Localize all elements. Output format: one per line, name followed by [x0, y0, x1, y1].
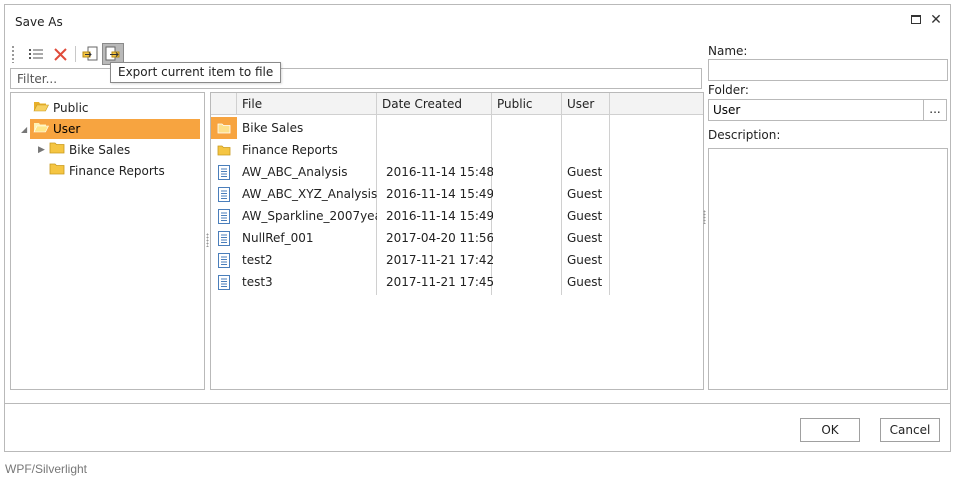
left-splitter-handle[interactable]: [206, 233, 209, 247]
file-name-cell: AW_Sparkline_2007yea: [242, 209, 377, 223]
column-header-user[interactable]: User: [562, 93, 610, 115]
file-name-cell: test3: [242, 275, 273, 289]
file-grid: File Date Created Public User Bike Sales…: [210, 92, 704, 390]
column-header-file[interactable]: File: [237, 93, 377, 115]
grid-header: File Date Created Public User: [211, 93, 703, 115]
folder-field[interactable]: [708, 99, 924, 121]
date-created-cell: 2016-11-14 15:48: [386, 165, 493, 179]
user-cell: Guest: [567, 275, 603, 289]
column-header-public[interactable]: Public: [492, 93, 562, 115]
cancel-button[interactable]: Cancel: [880, 418, 940, 442]
table-row[interactable]: Bike Sales: [211, 117, 703, 139]
tree-item-label: User: [53, 122, 81, 136]
user-cell: Guest: [567, 165, 603, 179]
file-name-cell: NullRef_001: [242, 231, 314, 245]
tree-item-finance-reports[interactable]: Finance Reports: [49, 161, 199, 181]
date-created-cell: 2016-11-14 15:49: [386, 187, 493, 201]
import-icon[interactable]: [79, 43, 101, 65]
file-name-cell: AW_ABC_Analysis: [242, 165, 348, 179]
document-icon: [211, 271, 237, 293]
footer-divider: [5, 403, 950, 404]
export-tooltip: Export current item to file: [110, 62, 282, 83]
open-folder-icon: [33, 98, 49, 118]
file-name-cell: test2: [242, 253, 273, 267]
folder-icon: [211, 117, 237, 139]
description-field[interactable]: [708, 148, 948, 390]
user-cell: Guest: [567, 253, 603, 267]
document-icon: [211, 205, 237, 227]
tree-item-user[interactable]: User: [30, 119, 200, 139]
user-cell: Guest: [567, 209, 603, 223]
platform-caption: WPF/Silverlight: [5, 462, 88, 476]
file-name-cell: Finance Reports: [242, 143, 338, 157]
document-icon: [211, 161, 237, 183]
folder-icon: [49, 161, 65, 181]
document-icon: [211, 249, 237, 271]
description-label: Description:: [708, 128, 781, 142]
name-field[interactable]: [708, 59, 948, 81]
folder-icon: [49, 140, 65, 160]
collapse-arrow-icon[interactable]: ◢: [21, 125, 27, 134]
close-icon[interactable]: ✕: [929, 13, 943, 27]
expand-arrow-icon[interactable]: ▶: [38, 145, 45, 155]
tree-item-label: Public: [53, 101, 89, 115]
folder-icon: [211, 139, 237, 161]
file-name-cell: AW_ABC_XYZ_Analysis: [242, 187, 377, 201]
table-row[interactable]: AW_ABC_XYZ_Analysis 2016-11-14 15:49 Gue…: [211, 183, 703, 205]
table-row[interactable]: Finance Reports: [211, 139, 703, 161]
date-created-cell: 2017-11-21 17:42: [386, 253, 493, 267]
tree-item-label: Finance Reports: [69, 164, 165, 178]
user-cell: Guest: [567, 187, 603, 201]
name-label: Name:: [708, 44, 748, 58]
browse-folder-button[interactable]: ...: [923, 99, 947, 121]
folder-label: Folder:: [708, 83, 749, 97]
folder-tree: Public ◢ User ▶ Bike Sales Finance Repor…: [10, 92, 205, 390]
toolbar-grip: [11, 45, 15, 63]
title-bar: Save As ✕: [5, 5, 950, 37]
table-row[interactable]: NullRef_001 2017-04-20 11:56 Guest: [211, 227, 703, 249]
table-row[interactable]: test3 2017-11-21 17:45 Guest: [211, 271, 703, 293]
date-created-cell: 2017-04-20 11:56: [386, 231, 493, 245]
date-created-cell: 2016-11-14 15:49: [386, 209, 493, 223]
user-cell: Guest: [567, 231, 603, 245]
ok-button[interactable]: OK: [800, 418, 860, 442]
table-row[interactable]: test2 2017-11-21 17:42 Guest: [211, 249, 703, 271]
tree-item-bike-sales[interactable]: Bike Sales: [49, 140, 199, 160]
details-view-icon[interactable]: [25, 43, 47, 65]
tree-item-label: Bike Sales: [69, 143, 131, 157]
document-icon: [211, 183, 237, 205]
icon-column-header: [211, 93, 237, 115]
table-row[interactable]: AW_ABC_Analysis 2016-11-14 15:48 Guest: [211, 161, 703, 183]
tree-item-public[interactable]: Public: [33, 98, 203, 118]
right-splitter-handle[interactable]: [703, 210, 706, 224]
toolbar-separator: [75, 46, 76, 62]
file-name-cell: Bike Sales: [242, 121, 304, 135]
date-created-cell: 2017-11-21 17:45: [386, 275, 493, 289]
maximize-icon[interactable]: [909, 13, 923, 27]
table-row[interactable]: AW_Sparkline_2007yea 2016-11-14 15:49 Gu…: [211, 205, 703, 227]
delete-icon[interactable]: [49, 43, 71, 65]
dialog-title: Save As: [15, 15, 63, 29]
document-icon: [211, 227, 237, 249]
open-folder-icon: [33, 119, 49, 139]
column-header-date-created[interactable]: Date Created: [377, 93, 492, 115]
